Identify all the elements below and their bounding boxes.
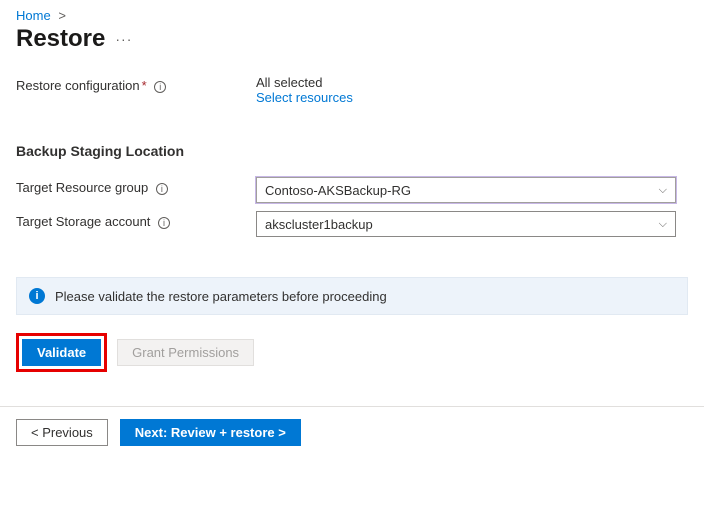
restore-config-status: All selected	[256, 75, 688, 90]
target-sa-label: Target Storage account i	[16, 211, 256, 229]
target-rg-row: Target Resource group i Contoso-AKSBacku…	[16, 177, 688, 203]
more-actions-icon[interactable]: ···	[115, 31, 132, 47]
breadcrumb: Home >	[0, 0, 704, 25]
required-asterisk-icon: *	[142, 78, 147, 93]
page-title: Restore	[16, 25, 105, 53]
wizard-footer: < Previous Next: Review + restore >	[0, 407, 704, 458]
breadcrumb-home-link[interactable]: Home	[16, 8, 51, 23]
validate-info-banner: i Please validate the restore parameters…	[16, 277, 688, 315]
title-row: Restore ···	[0, 25, 704, 61]
validate-highlight: Validate	[16, 333, 107, 372]
restore-config-row: Restore configuration* i All selected Se…	[16, 75, 688, 105]
chevron-down-icon: ⌵	[659, 218, 667, 231]
previous-button[interactable]: < Previous	[16, 419, 108, 446]
target-sa-value: akscluster1backup	[265, 217, 373, 232]
target-sa-dropdown[interactable]: akscluster1backup ⌵	[256, 211, 676, 237]
target-sa-row: Target Storage account i akscluster1back…	[16, 211, 688, 237]
backup-staging-location-heading: Backup Staging Location	[16, 143, 688, 159]
target-rg-dropdown[interactable]: Contoso-AKSBackup-RG ⌵	[256, 177, 676, 203]
banner-text: Please validate the restore parameters b…	[55, 289, 387, 304]
info-icon[interactable]: i	[154, 81, 166, 93]
chevron-down-icon: ⌵	[659, 184, 667, 197]
info-solid-icon: i	[29, 288, 45, 304]
target-rg-label: Target Resource group i	[16, 177, 256, 195]
info-icon[interactable]: i	[156, 183, 168, 195]
restore-config-label: Restore configuration* i	[16, 75, 256, 93]
select-resources-link[interactable]: Select resources	[256, 90, 688, 105]
validate-button[interactable]: Validate	[22, 339, 101, 366]
info-icon[interactable]: i	[158, 217, 170, 229]
action-buttons-row: Validate Grant Permissions	[16, 333, 688, 372]
wizard-content: Restore configuration* i All selected Se…	[0, 61, 704, 398]
chevron-right-icon: >	[58, 8, 66, 23]
target-rg-value: Contoso-AKSBackup-RG	[265, 183, 411, 198]
next-button[interactable]: Next: Review + restore >	[120, 419, 301, 446]
grant-permissions-button: Grant Permissions	[117, 339, 254, 366]
